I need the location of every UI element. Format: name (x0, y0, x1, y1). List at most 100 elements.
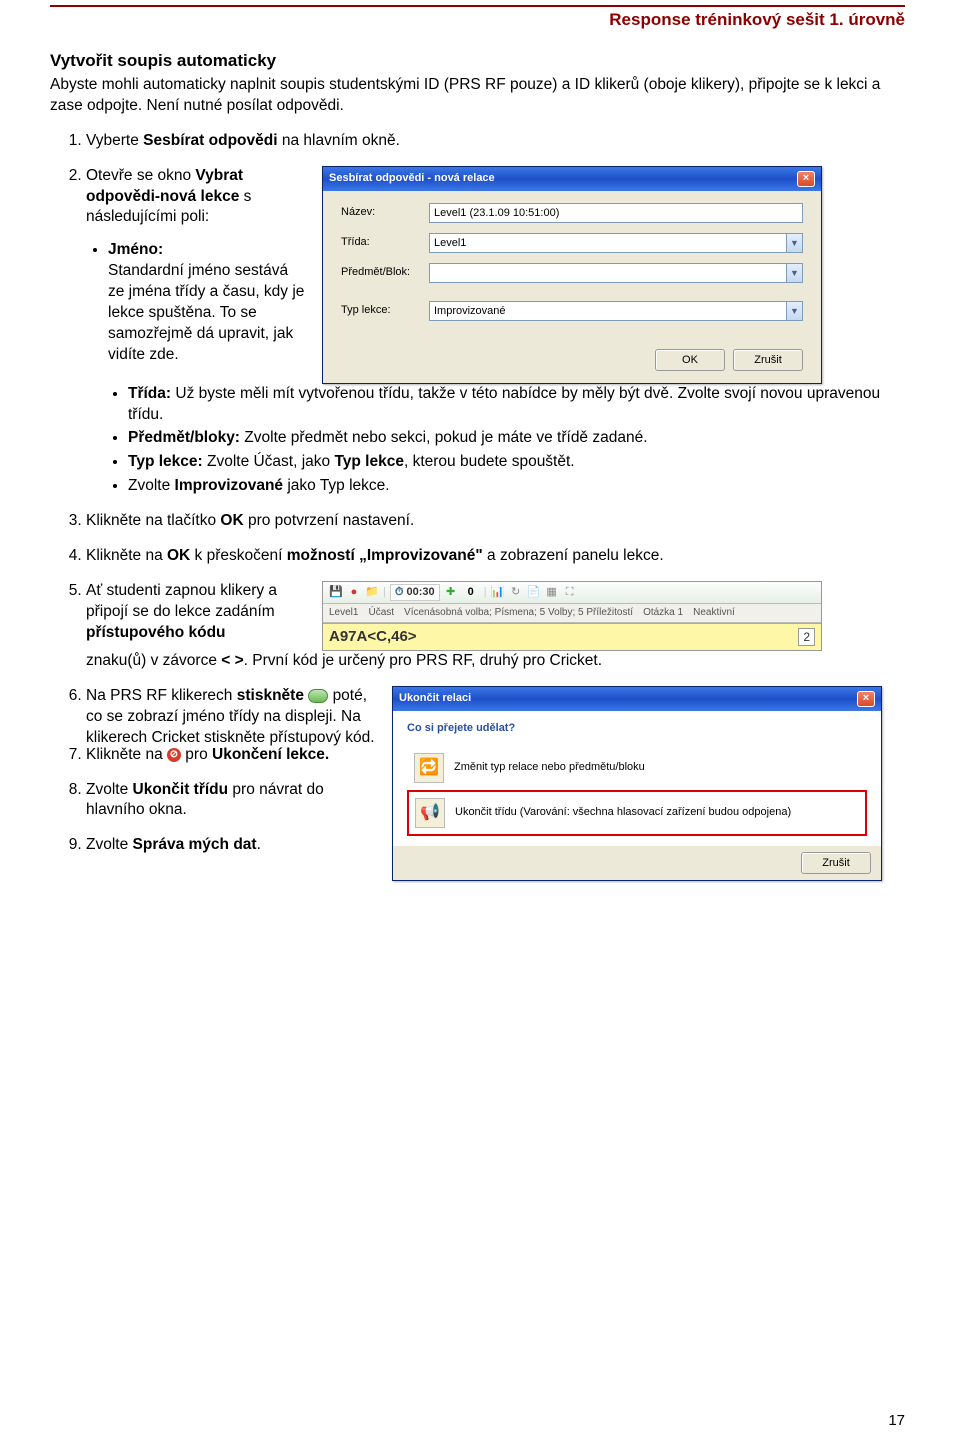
improv-a: Zvolte (128, 477, 175, 494)
clicker-button-icon (308, 689, 328, 703)
option-end-class[interactable]: 📢 Ukončit třídu (Varování: všechna hlaso… (407, 790, 867, 836)
close-icon[interactable]: × (797, 171, 815, 187)
s8c: . (257, 836, 261, 853)
typ-label: Typ lekce: (128, 453, 203, 470)
s3a: Klikněte na (86, 547, 167, 564)
bullet-improv: Zvolte Improvizované jako Typ lekce. (128, 476, 905, 497)
s2b-c: pro potvrzení nastavení. (244, 512, 415, 529)
bullet-jmeno: Jméno: Standardní jméno sestává ze jména… (108, 240, 306, 366)
step-6: Klikněte na ⊘ pro Ukončení lekce. (86, 745, 356, 766)
chevron-down-icon[interactable]: ▼ (786, 233, 803, 253)
step-3: Klikněte na OK k přeskočení možností „Im… (86, 546, 905, 567)
tb-status: Neaktivní (693, 606, 735, 620)
s6b: pro (181, 746, 212, 763)
s5b: stiskněte (237, 687, 304, 704)
opt2b: arování: všechna hlasovací zařízení budo… (530, 806, 791, 818)
s4c: znaku(ů) v závorce (86, 652, 221, 669)
bullet-predmet: Předmět/bloky: Zvolte předmět nebo sekci… (128, 428, 905, 449)
step-2: Otevře se okno Vybrat odpovědi-nová lekc… (86, 166, 905, 498)
combo-typ[interactable]: ▼ (429, 301, 803, 321)
s8b: Správa mých dat (133, 836, 257, 853)
page-number: 17 (888, 1411, 905, 1431)
header-rule (50, 5, 905, 7)
bullet-typ: Typ lekce: Zvolte Účast, jako Typ lekce,… (128, 452, 905, 473)
refresh-icon[interactable]: ↻ (509, 586, 523, 600)
record-icon[interactable]: ● (347, 586, 361, 600)
s8a: Zvolte (86, 836, 133, 853)
input-nazev[interactable] (429, 203, 803, 223)
toolbar-mid: Level1 Účast Vícenásobná volba; Písmena;… (323, 604, 821, 623)
step-2b: Klikněte na tlačítko OK pro potvrzení na… (86, 511, 905, 532)
tb-q: Otázka 1 (643, 606, 683, 620)
predmet-label: Předmět/bloky: (128, 429, 240, 446)
option-change-type[interactable]: 🔁 Změnit typ relace nebo předmětu/bloku (407, 746, 867, 790)
step-7: Zvolte Ukončit třídu pro návrat do hlavn… (86, 780, 356, 822)
tb-class: Level1 (329, 606, 358, 620)
step-2-pre: Otevře se okno (86, 167, 195, 184)
expand-icon[interactable]: ⛶ (563, 586, 577, 600)
folder-icon[interactable]: 📁 (365, 586, 379, 600)
section-title: Vytvořit soupis automaticky (50, 50, 905, 73)
main-steps: Vyberte Sesbírat odpovědi na hlavním okn… (50, 131, 905, 857)
s4d: < > (221, 652, 243, 669)
s3b: OK (167, 547, 190, 564)
step-4: Ať studenti zapnou klikery a připojí se … (86, 581, 905, 672)
s3c: k přeskočení (190, 547, 287, 564)
typ-text-c: , kterou budete spouštět. (404, 453, 575, 470)
dialog-new-session: Sesbírat odpovědi - nová relace × Název:… (322, 166, 822, 384)
trida-text: Už byste měli mít vytvořenou třídu, takž… (128, 385, 880, 423)
tb-type: Účast (368, 606, 394, 620)
dialog-title-text: Sesbírat odpovědi - nová relace (329, 171, 495, 186)
s7a: Zvolte (86, 781, 133, 798)
dialog2-titlebar: Ukončit relaci × (393, 687, 881, 711)
count-display: 0 (462, 585, 480, 600)
s3d: možností „Improvizované" (287, 547, 483, 564)
chevron-down-icon[interactable]: ▼ (786, 263, 803, 283)
chevron-down-icon[interactable]: ▼ (786, 301, 803, 321)
bullet-trida: Třída: Už byste měli mít vytvořenou tříd… (128, 384, 905, 426)
grid-icon[interactable]: ▦ (545, 586, 559, 600)
opt1-text: Změnit typ relace nebo předmětu/bloku (454, 760, 645, 775)
opt2a: Ukončit třídu (V (455, 806, 530, 818)
combo-predmet[interactable]: ▼ (429, 263, 803, 283)
label-typ: Typ lekce: (341, 303, 421, 318)
stop-icon: ⊘ (167, 748, 181, 762)
lesson-toolbar: 💾 ● 📁 | ⏱00:30 ✚ 0 | 📊 ↻ 📄 ▦ ⛶ (322, 581, 822, 651)
jmeno-text: Standardní jméno sestává ze jména třídy … (108, 262, 304, 363)
input-typ[interactable] (429, 301, 786, 321)
plus-icon[interactable]: ✚ (444, 586, 458, 600)
dialog2-question: Co si přejete udělat? (407, 721, 867, 736)
typ-text-a: Zvolte Účast, jako (203, 453, 335, 470)
close-icon[interactable]: × (857, 691, 875, 707)
toolbar-top: 💾 ● 📁 | ⏱00:30 ✚ 0 | 📊 ↻ 📄 ▦ ⛶ (323, 582, 821, 604)
ok-button[interactable]: OK (655, 349, 725, 371)
input-predmet[interactable] (429, 263, 786, 283)
s4e: . První kód je určený pro PRS RF, druhý … (244, 652, 602, 669)
opt2-text: Ukončit třídu (Varování: všechna hlasova… (455, 805, 791, 820)
label-predmet: Předmět/Blok: (341, 265, 421, 280)
s7b: Ukončit třídu (133, 781, 229, 798)
s6a: Klikněte na (86, 746, 167, 763)
step-1: Vyberte Sesbírat odpovědi na hlavním okn… (86, 131, 905, 152)
swap-icon: 🔁 (414, 753, 444, 783)
cancel-button[interactable]: Zrušit (733, 349, 803, 371)
chart-icon[interactable]: 📊 (491, 586, 505, 600)
s6c: Ukončení lekce. (212, 746, 329, 763)
s2b-b: OK (220, 512, 243, 529)
timer-value: 00:30 (406, 585, 434, 600)
exit-icon: 📢 (415, 798, 445, 828)
step-1-bold: Sesbírat odpovědi (143, 132, 277, 149)
s2b-a: Klikněte na tlačítko (86, 512, 220, 529)
cancel-button[interactable]: Zrušit (801, 852, 871, 874)
trida-label: Třída: (128, 385, 171, 402)
page-icon[interactable]: 📄 (527, 586, 541, 600)
dialog-titlebar: Sesbírat odpovědi - nová relace × (323, 167, 821, 191)
timer-display: ⏱00:30 (390, 584, 440, 601)
header-title: Response tréninkový sešit 1. úrovně (50, 9, 905, 32)
input-trida[interactable] (429, 233, 786, 253)
section-intro: Abyste mohli automaticky naplnit soupis … (50, 75, 905, 117)
s3e: a zobrazení panelu lekce. (483, 547, 664, 564)
label-trida: Třída: (341, 235, 421, 250)
combo-trida[interactable]: ▼ (429, 233, 803, 253)
save-icon[interactable]: 💾 (329, 586, 343, 600)
